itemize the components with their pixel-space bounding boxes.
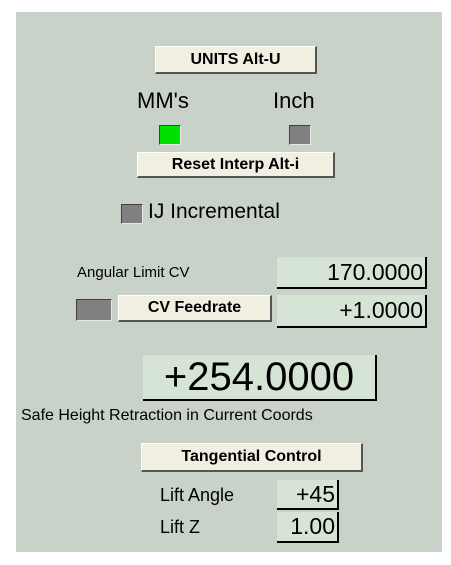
safe-height-field[interactable]: +254.0000 [143,355,377,401]
lift-z-field[interactable]: 1.00 [277,512,339,543]
ij-incremental-label: IJ Incremental [148,200,280,223]
cv-feedrate-button[interactable]: CV Feedrate [118,295,272,322]
angular-limit-field[interactable]: 170.0000 [277,257,427,289]
lift-angle-field[interactable]: +45 [277,480,339,510]
units-button[interactable]: UNITS Alt-U [155,46,317,74]
cv-feedrate-led-indicator [76,299,112,321]
reset-interp-button[interactable]: Reset Interp Alt-i [137,152,335,178]
inch-led-indicator [289,125,311,145]
mm-led-indicator [159,125,181,145]
inch-label: Inch [273,88,315,113]
cv-feedrate-field[interactable]: +1.0000 [277,295,427,328]
tangential-control-button[interactable]: Tangential Control [141,443,363,472]
lift-angle-label: Lift Angle [160,485,235,505]
mm-label: MM's [137,88,189,113]
safe-height-label: Safe Height Retraction in Current Coords [21,407,313,424]
ij-incremental-led-indicator [121,204,143,224]
lift-z-label: Lift Z [160,517,201,537]
angular-limit-label: Angular Limit CV [77,264,190,281]
